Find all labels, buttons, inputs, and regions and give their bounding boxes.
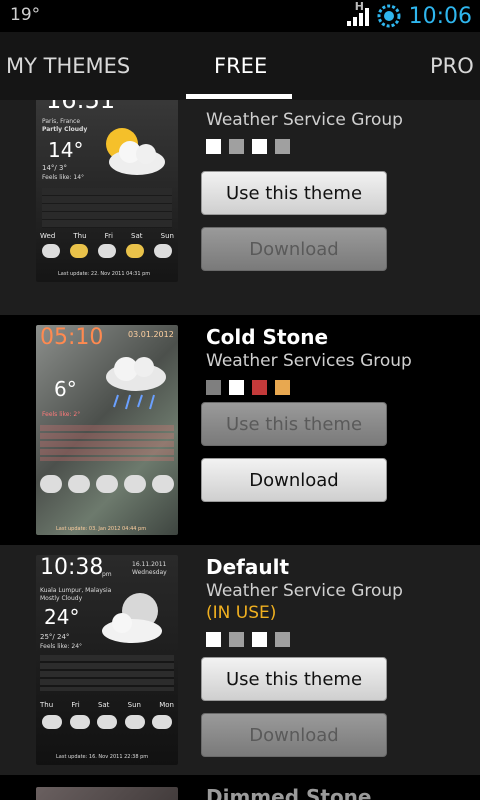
theme-author: Weather Services Group (206, 351, 412, 371)
preview-temperature: 14° (48, 138, 84, 162)
preview-temperature: 6° (54, 377, 77, 401)
preview-forecast-icons (42, 244, 172, 262)
preview-location: Paris, France (42, 118, 81, 125)
theme-name: Cold Stone (206, 325, 329, 349)
preview-day: Wed (40, 232, 56, 240)
theme-row: 16:51 Paris, France Partly Cloudy 14° 14… (0, 100, 480, 315)
color-swatch (252, 139, 267, 154)
theme-author: Weather Service Group (206, 110, 403, 130)
preview-condition: Partly Cloudy (42, 126, 88, 133)
theme-author: Weather Service Group (206, 581, 403, 601)
theme-info: Dimmed Stone (206, 785, 372, 800)
color-swatch (206, 139, 221, 154)
color-swatch (275, 380, 290, 395)
download-button[interactable]: Download (201, 458, 387, 502)
theme-row: 05:10 03.01.2012 6° Feels like: 2° Last … (0, 315, 480, 545)
theme-name: Dimmed Stone (206, 785, 372, 800)
tab-selected-indicator (186, 94, 292, 99)
rain-cloud-icon (106, 357, 166, 410)
sync-icon (377, 4, 401, 28)
preview-details (42, 188, 172, 228)
theme-preview[interactable]: 10:38 pm 16.11.2011 Wednesday Kuala Lump… (36, 555, 178, 765)
preview-time: 10:38 (40, 555, 104, 580)
tab-my-themes[interactable]: MY THEMES (6, 54, 130, 78)
theme-info: Default Weather Service Group (IN USE) (206, 555, 403, 647)
theme-list[interactable]: 16:51 Paris, France Partly Cloudy 14° 14… (0, 100, 480, 800)
preview-ampm: pm (102, 571, 112, 578)
preview-date: 03.01.2012 (128, 330, 174, 339)
use-theme-button[interactable]: Use this theme (201, 657, 387, 701)
color-swatches (206, 632, 403, 647)
preview-day: Sun (127, 701, 141, 709)
preview-time: 05:10 (40, 325, 104, 350)
preview-time: 16:51 (46, 100, 116, 114)
color-swatch (252, 380, 267, 395)
theme-preview[interactable] (36, 787, 178, 800)
preview-day: Thu (40, 701, 54, 709)
theme-preview[interactable]: 16:51 Paris, France Partly Cloudy 14° 14… (36, 100, 178, 282)
color-swatch (206, 632, 221, 647)
status-temperature: 19° (10, 5, 41, 25)
theme-info: Cold Stone Weather Services Group (206, 325, 412, 395)
theme-name (206, 100, 403, 108)
theme-row: 10:38 pm 16.11.2011 Wednesday Kuala Lump… (0, 545, 480, 775)
signal-strength-icon (346, 6, 369, 26)
preview-footer: Last update: 22. Nov 2011 04:31 pm (58, 271, 151, 277)
theme-info: Weather Service Group (206, 100, 403, 154)
preview-day: Fri (104, 232, 113, 240)
theme-row: Dimmed Stone (0, 775, 480, 800)
preview-footer: Last update: 03. Jan 2012 04:44 pm (56, 526, 147, 532)
preview-weekday: Wednesday (132, 569, 167, 576)
use-theme-button[interactable]: Use this theme (201, 171, 387, 215)
download-button[interactable]: Download (201, 227, 387, 271)
in-use-status: (IN USE) (206, 603, 277, 623)
color-swatch (252, 632, 267, 647)
preview-feels-like: Feels like: 14° (42, 174, 85, 181)
color-swatch (229, 139, 244, 154)
preview-days: Wed Thu Fri Sat Sun (40, 232, 174, 240)
preview-day: Sat (97, 701, 110, 709)
preview-day: Thu (73, 232, 87, 240)
preview-range: 25°/ 24° (40, 633, 70, 641)
use-theme-button[interactable]: Use this theme (201, 402, 387, 446)
preview-feels-like: Feels like: 2° (42, 411, 81, 418)
preview-day: Sun (160, 232, 174, 240)
color-swatch (229, 632, 244, 647)
preview-day: Sat (131, 232, 143, 240)
preview-temperature: 24° (44, 605, 80, 629)
status-icons: 10:06 (346, 2, 472, 30)
color-swatch (229, 380, 244, 395)
color-swatch (275, 139, 290, 154)
tab-pro[interactable]: PRO (430, 54, 474, 78)
preview-footer: Last update: 16. Nov 2011 22:38 pm (56, 754, 149, 760)
preview-day: Mon (159, 701, 174, 709)
status-bar: 19° H 10:06 (0, 0, 480, 32)
preview-condition: Mostly Cloudy (40, 595, 83, 602)
color-swatches (206, 380, 412, 395)
preview-forecast-icons (42, 715, 172, 733)
color-swatch (275, 632, 290, 647)
sun-cloud-icon (106, 128, 165, 175)
tab-bar: MY THEMES FREE PRO (0, 32, 480, 132)
preview-details (40, 425, 174, 461)
preview-days: Thu Fri Sat Sun Mon (40, 701, 174, 709)
download-button[interactable]: Download (201, 713, 387, 757)
preview-date: 16.11.2011 (132, 561, 167, 568)
preview-range: 14°/ 3° (42, 164, 67, 172)
preview-day: Fri (71, 701, 80, 709)
preview-details (40, 655, 174, 691)
preview-feels-like: Feels like: 24° (40, 643, 83, 650)
tab-free[interactable]: FREE (214, 54, 267, 78)
moon-cloud-icon (102, 593, 162, 643)
color-swatch (206, 380, 221, 395)
theme-name: Default (206, 555, 290, 579)
preview-forecast-icons (40, 475, 174, 519)
status-clock: 10:06 (408, 3, 472, 29)
color-swatches (206, 139, 403, 154)
theme-preview[interactable]: 05:10 03.01.2012 6° Feels like: 2° Last … (36, 325, 178, 535)
